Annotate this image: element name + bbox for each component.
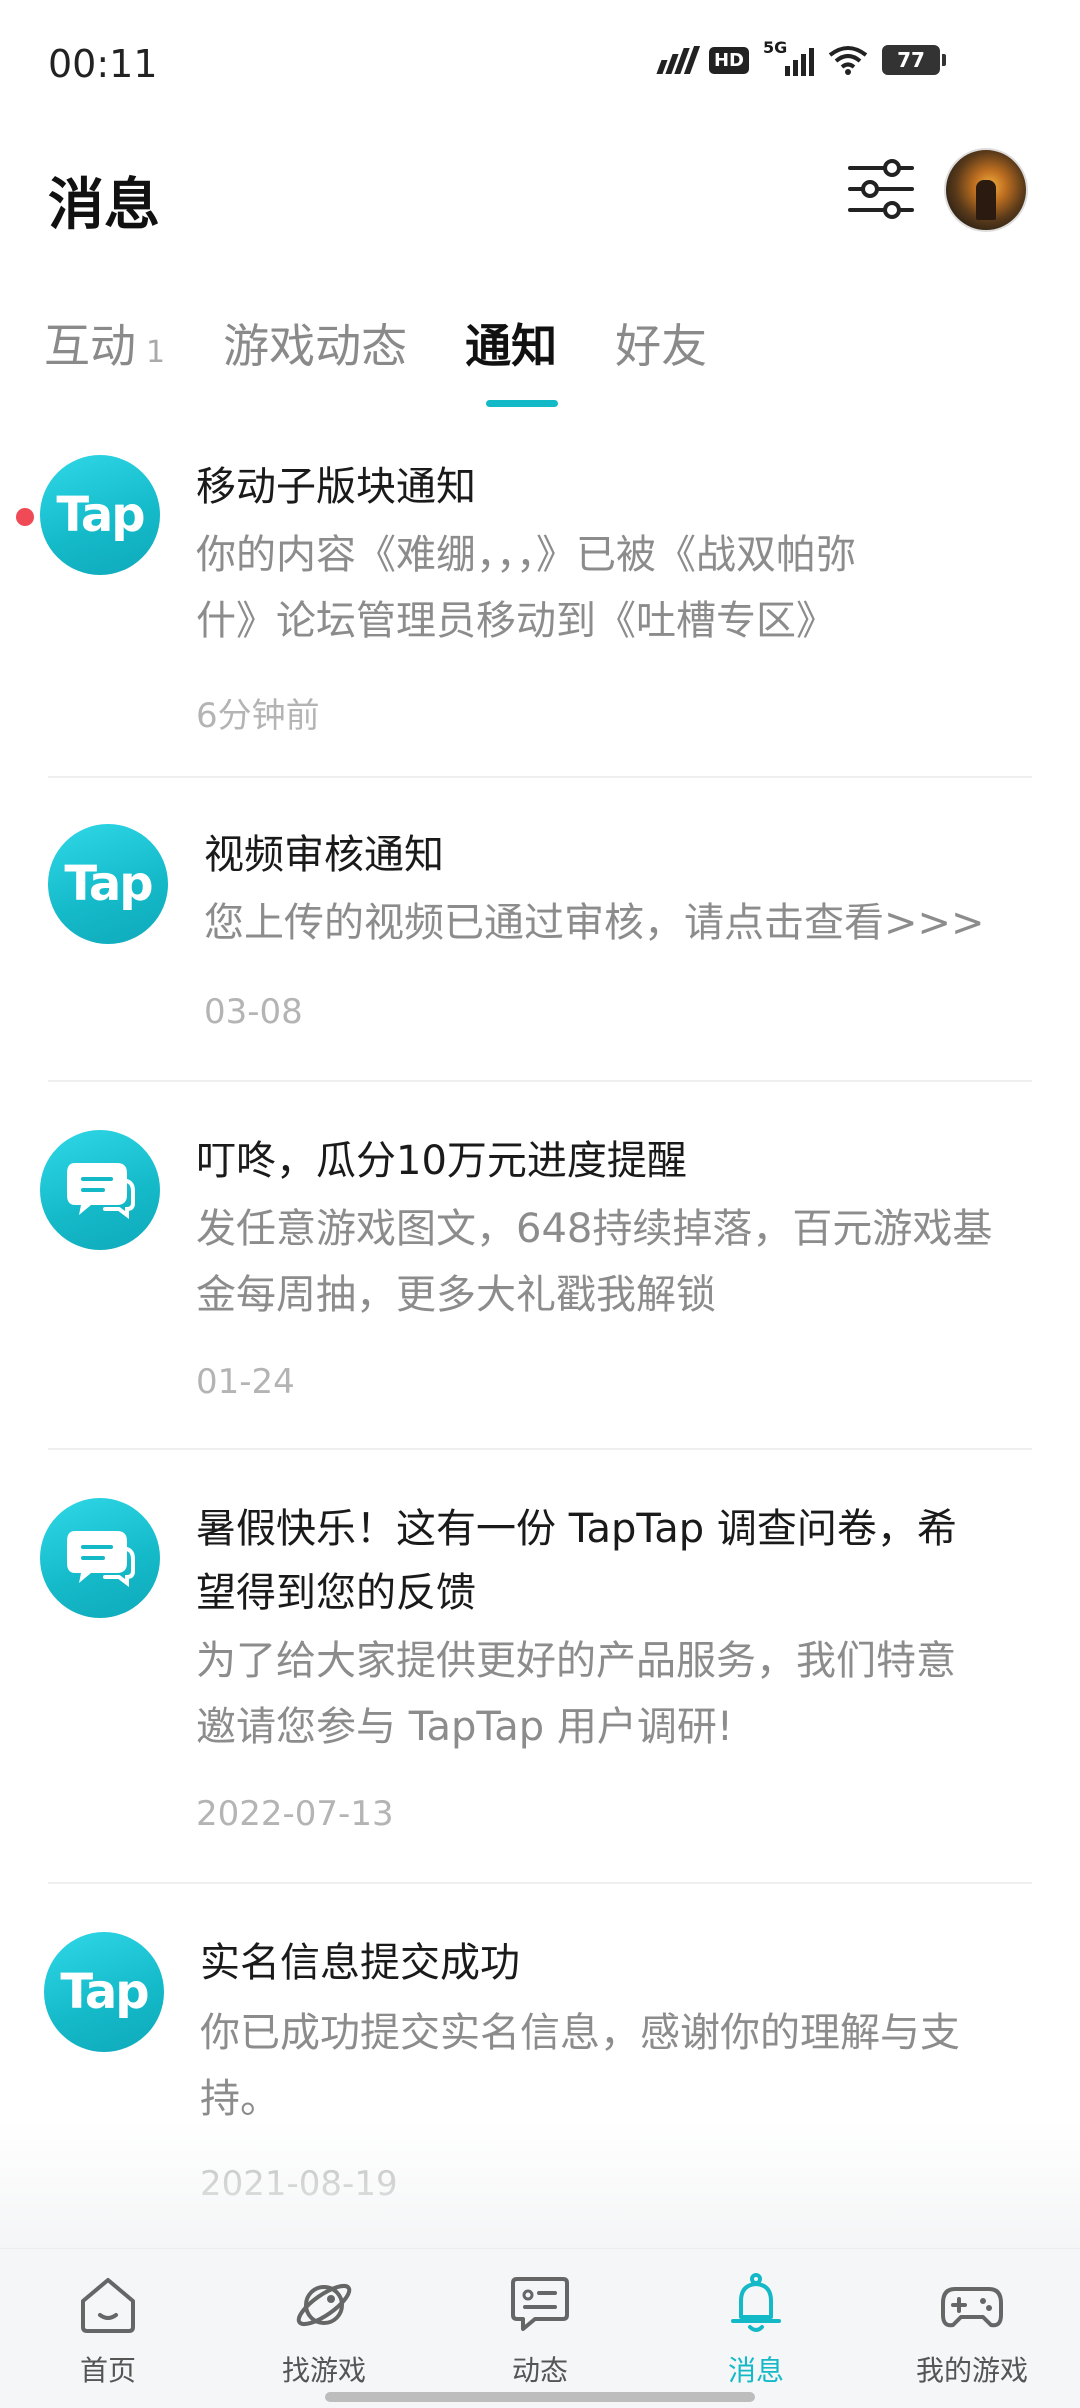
notification-time: 2022-07-13 — [196, 1794, 394, 1834]
tab-notifications[interactable]: 通知 — [465, 310, 557, 376]
tab-label: 通知 — [465, 319, 558, 373]
chat-bubble-icon — [40, 1498, 160, 1618]
notification-time: 01-24 — [196, 1362, 295, 1402]
logo-text: Tap — [56, 487, 145, 543]
bell-icon — [731, 2273, 781, 2332]
notification-title: 移动子版块通知 — [196, 464, 476, 510]
notification-title-line: 暑假快乐！这有一份 TapTap 调查问卷，希 — [196, 1506, 957, 1552]
nav-label: 消息 — [727, 2354, 784, 2387]
notification-title: 视频审核通知 — [204, 832, 444, 878]
chat-bubble-icon-glyph — [67, 1163, 135, 1219]
notification-title-line: 望得到您的反馈 — [196, 1570, 476, 1616]
notification-title: 叮咚，瓜分10万元进度提醒 — [196, 1138, 687, 1184]
tab-bar: 互动 1 游戏动态 通知 好友 — [44, 310, 765, 376]
home-indicator — [325, 2392, 755, 2402]
filter-settings-button[interactable] — [846, 158, 916, 220]
notification-time: 6分钟前 — [196, 696, 320, 736]
signal-icon — [656, 46, 701, 74]
nav-messages[interactable]: 消息 — [648, 2249, 864, 2408]
chat-bubble-icon-glyph — [67, 1531, 135, 1587]
page-title: 消息 — [48, 173, 160, 238]
tab-friends[interactable]: 好友 — [615, 310, 707, 376]
notification-body-line: 什》论坛管理员移动到《吐槽专区》 — [196, 598, 836, 644]
notification-body-line: 你的内容《难绷，，，》已被《战双帕弥 — [196, 532, 856, 578]
bottom-nav: 首页 找游戏 动态 消息 我的游戏 — [0, 2248, 1080, 2408]
divider — [48, 776, 1032, 778]
nav-feed[interactable]: 动态 — [432, 2249, 648, 2408]
wifi-icon — [828, 46, 868, 75]
sliders-icon — [848, 159, 914, 219]
home-icon — [81, 2278, 135, 2333]
divider — [48, 1080, 1032, 1082]
feed-icon — [511, 2277, 569, 2331]
logo-text: Tap — [64, 856, 153, 912]
status-time: 00:11 — [48, 42, 158, 86]
taptap-logo-icon: Tap — [40, 455, 160, 575]
network-label: 5G — [763, 38, 788, 57]
battery-icon: 77 — [882, 45, 946, 75]
tab-active-indicator — [486, 400, 558, 407]
tab-count-badge: 1 — [146, 335, 166, 370]
tab-game-updates[interactable]: 游戏动态 — [223, 310, 407, 376]
tab-interaction[interactable]: 互动 1 — [44, 310, 165, 376]
planet-icon — [296, 2283, 352, 2327]
network-5g-icon: 5G — [763, 38, 814, 76]
notification-body-line: 金每周抽，更多大礼戳我解锁 — [196, 1272, 716, 1318]
unread-dot — [16, 508, 34, 526]
taptap-logo-icon: Tap — [48, 824, 168, 944]
notification-body-line: 邀请您参与 TapTap 用户调研! — [196, 1704, 733, 1750]
divider — [48, 1448, 1032, 1450]
status-icons: HD 5G 77 — [656, 38, 946, 76]
tab-label: 游戏动态 — [223, 319, 408, 373]
status-bar: 00:11 HD 5G 77 — [0, 0, 1080, 130]
logo-text: Tap — [60, 1964, 149, 2020]
notification-body-line: 您上传的视频已通过审核，请点击查看>>> — [204, 900, 985, 946]
nav-home[interactable]: 首页 — [0, 2249, 216, 2408]
nav-label: 动态 — [511, 2354, 568, 2387]
nav-label: 找游戏 — [281, 2354, 366, 2387]
nav-label: 首页 — [79, 2354, 136, 2387]
notification-body-line: 为了给大家提供更好的产品服务，我们特意 — [196, 1638, 956, 1684]
divider — [48, 1882, 1032, 1884]
nav-label: 我的游戏 — [915, 2354, 1028, 2387]
bottom-fade — [0, 2120, 1080, 2250]
notification-time: 03-08 — [204, 992, 303, 1032]
gamepad-icon — [941, 2287, 1003, 2328]
hd-badge: HD — [708, 46, 749, 74]
user-avatar[interactable] — [944, 148, 1028, 232]
taptap-logo-icon: Tap — [44, 1932, 164, 2052]
notification-body-line: 你已成功提交实名信息，感谢你的理解与支 — [200, 2010, 960, 2056]
tab-label: 好友 — [615, 319, 708, 373]
notification-body-line: 发任意游戏图文，648持续掉落，百元游戏基 — [196, 1206, 993, 1252]
tab-label: 互动 — [44, 319, 136, 373]
notification-title: 实名信息提交成功 — [200, 1940, 520, 1986]
nav-my-games[interactable]: 我的游戏 — [864, 2249, 1080, 2408]
chat-bubble-icon — [40, 1130, 160, 1250]
nav-find-games[interactable]: 找游戏 — [216, 2249, 432, 2408]
